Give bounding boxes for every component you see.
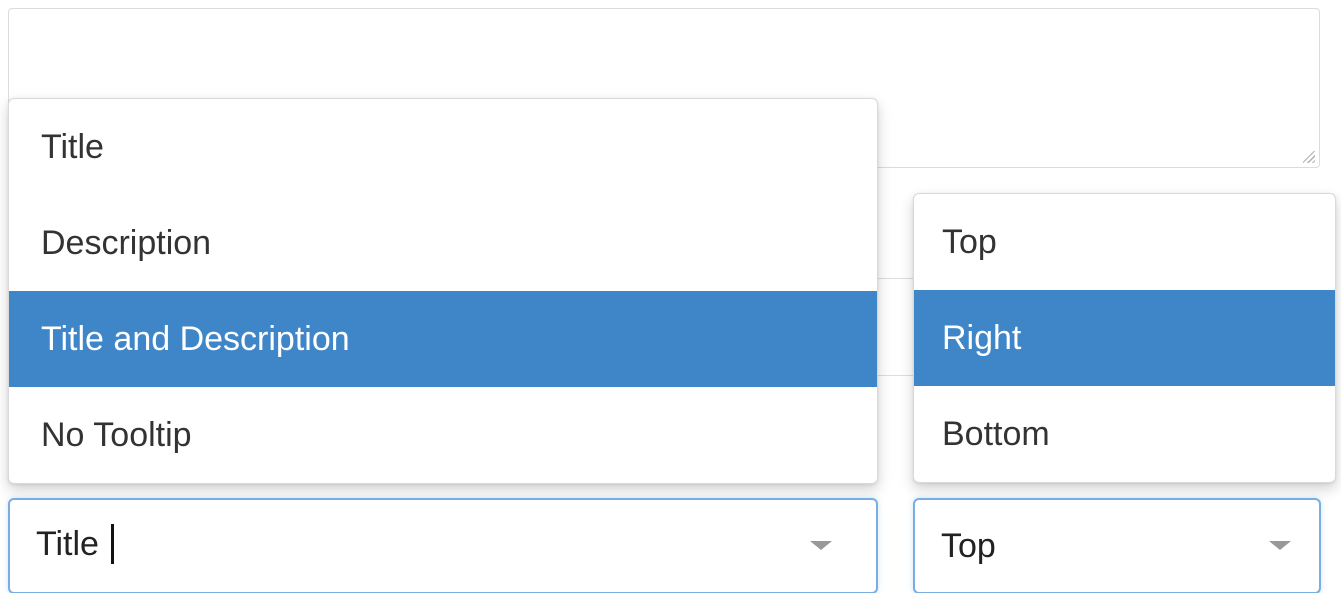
dropdown-option-top[interactable]: Top [914,194,1335,290]
chevron-down-icon[interactable] [810,541,832,550]
tooltip-position-dropdown-menu: Top Right Bottom [913,193,1336,483]
select-current-value: Title [36,525,99,564]
page: Title Description Title and Description … [0,0,1341,593]
resize-handle-icon[interactable] [1303,151,1315,163]
select-current-value: Top [941,526,996,565]
dropdown-option-bottom[interactable]: Bottom [914,386,1335,482]
underlying-field-edge [878,375,914,376]
chevron-down-icon[interactable] [1269,541,1291,550]
underlying-field-edge [878,278,914,279]
tooltip-position-select[interactable]: Top [913,498,1321,593]
select-search-input[interactable]: Title [10,523,114,566]
dropdown-option-title-and-description[interactable]: Title and Description [9,291,877,387]
tooltip-content-select[interactable]: Title [8,498,878,593]
dropdown-option-description[interactable]: Description [9,195,877,291]
text-cursor [110,523,114,564]
tooltip-content-dropdown-menu: Title Description Title and Description … [8,98,878,484]
dropdown-option-no-tooltip[interactable]: No Tooltip [9,387,877,483]
dropdown-option-right[interactable]: Right [914,290,1335,386]
dropdown-option-title[interactable]: Title [9,99,877,195]
